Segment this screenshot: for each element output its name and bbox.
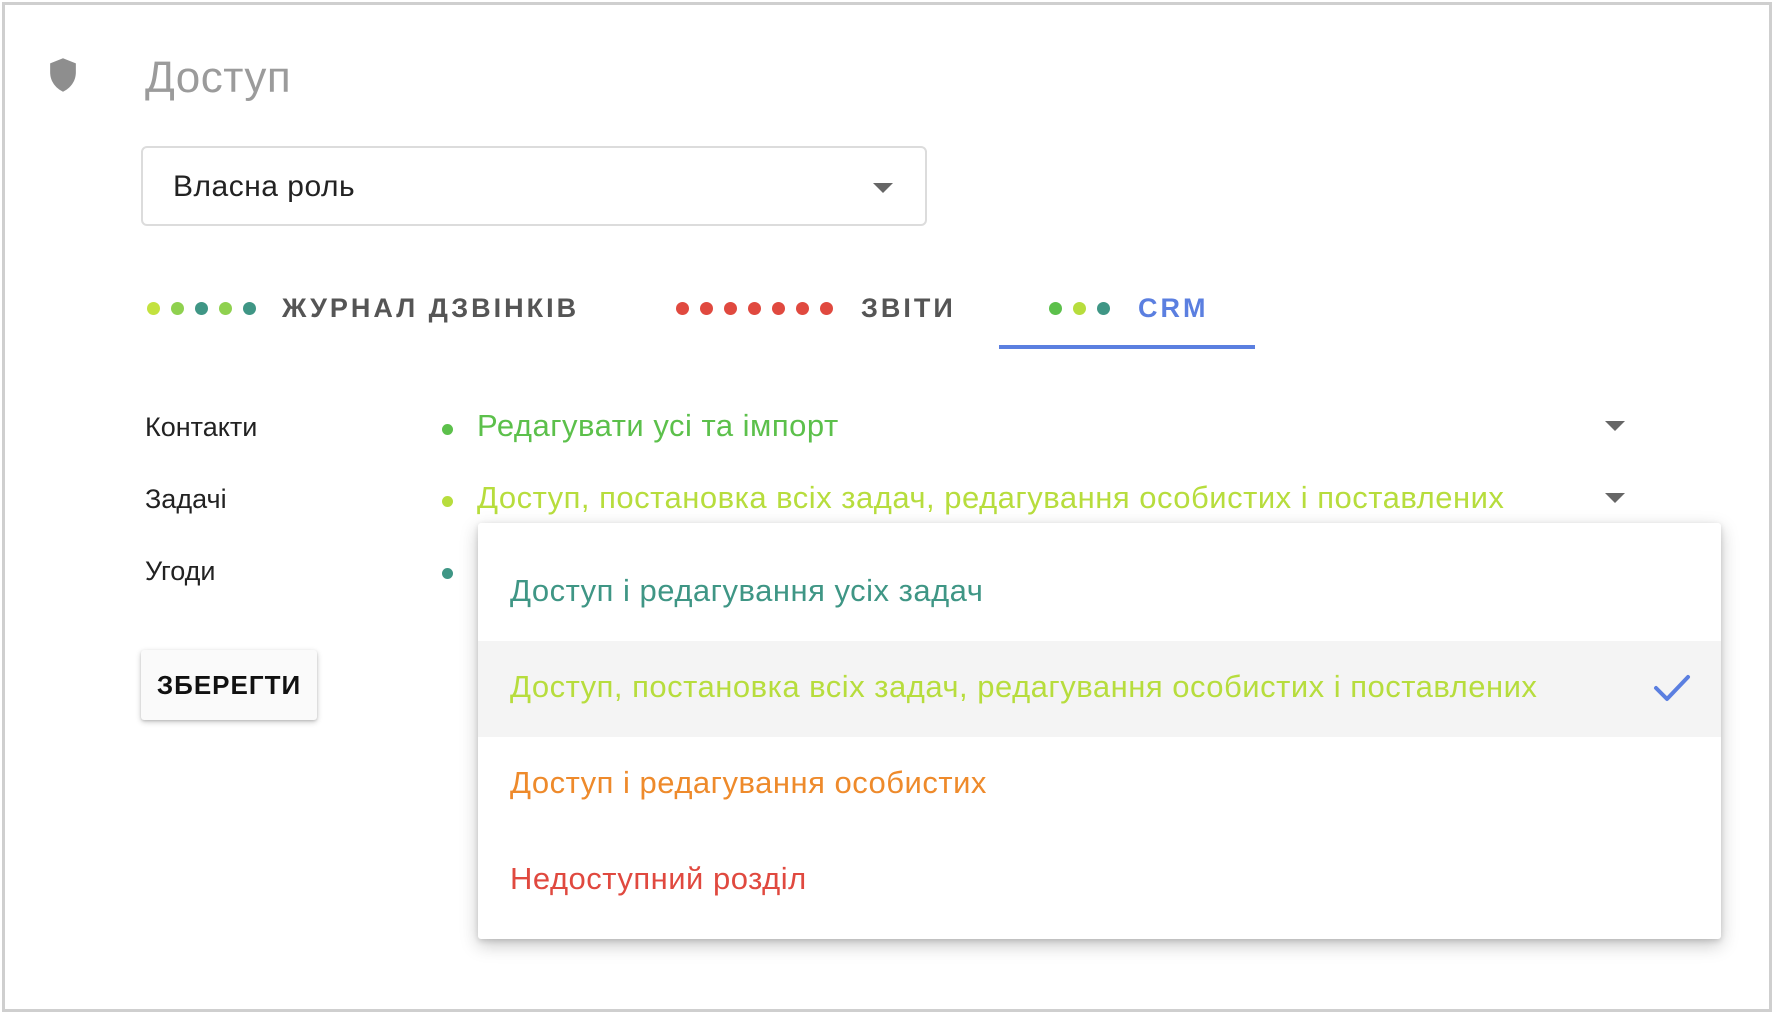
tab-call-log-dots xyxy=(147,302,256,315)
status-dot xyxy=(171,302,184,315)
status-dot xyxy=(1073,302,1086,315)
perm-select-tasks[interactable]: Доступ, постановка всіх задач, редагуван… xyxy=(477,480,1504,516)
status-dot xyxy=(442,496,453,507)
role-select-value: Власна роль xyxy=(173,170,356,203)
tab-crm[interactable]: CRM xyxy=(1049,287,1249,351)
tasks-permission-dropdown: Доступ і редагування усіх задач Доступ, … xyxy=(478,523,1721,939)
save-button[interactable]: ЗБЕРЕГТИ xyxy=(141,650,317,720)
status-dot xyxy=(195,302,208,315)
role-select[interactable]: Власна роль xyxy=(141,146,927,226)
dropdown-option[interactable]: Доступ і редагування особистих xyxy=(478,737,1721,833)
status-dot xyxy=(820,302,833,315)
tab-call-log-label: ЖУРНАЛ ДЗВІНКІВ xyxy=(282,293,580,323)
status-dot xyxy=(772,302,785,315)
dropdown-option-label: Доступ і редагування усіх задач xyxy=(510,573,984,608)
checkmark-icon xyxy=(1654,675,1690,701)
dropdown-option-label: Доступ і редагування особистих xyxy=(510,765,987,800)
page-title: Доступ xyxy=(145,53,292,102)
tab-crm-dots xyxy=(1049,302,1110,315)
perm-label-contacts: Контакти xyxy=(145,412,258,442)
status-dot xyxy=(676,302,689,315)
status-dot xyxy=(748,302,761,315)
tab-crm-label: CRM xyxy=(1138,293,1209,323)
perm-label-tasks: Задачі xyxy=(145,484,227,514)
status-dot xyxy=(796,302,809,315)
access-panel: Доступ Власна роль ЖУРНАЛ ДЗВІНКІВ ЗВІТИ xyxy=(2,2,1772,1012)
dropdown-option-label: Доступ, постановка всіх задач, редагуван… xyxy=(510,669,1538,704)
status-dot xyxy=(442,424,453,435)
active-tab-indicator xyxy=(999,345,1255,349)
status-dot xyxy=(243,302,256,315)
status-dot xyxy=(147,302,160,315)
perm-label-deals: Угоди xyxy=(145,556,216,586)
status-dot xyxy=(700,302,713,315)
chevron-down-icon xyxy=(873,183,893,193)
status-dot xyxy=(219,302,232,315)
status-dot xyxy=(442,568,453,579)
tab-reports-label: ЗВІТИ xyxy=(861,293,956,323)
shield-icon xyxy=(50,58,76,92)
dropdown-option-label: Недоступний розділ xyxy=(510,861,807,896)
status-dot xyxy=(724,302,737,315)
tab-call-log[interactable]: ЖУРНАЛ ДЗВІНКІВ xyxy=(147,287,576,351)
chevron-down-icon[interactable] xyxy=(1605,493,1625,503)
chevron-down-icon[interactable] xyxy=(1605,421,1625,431)
status-dot xyxy=(1097,302,1110,315)
dropdown-option[interactable]: Доступ і редагування усіх задач xyxy=(478,545,1721,641)
dropdown-option[interactable]: Недоступний розділ xyxy=(478,833,1721,929)
perm-select-contacts[interactable]: Редагувати усі та імпорт xyxy=(477,408,839,444)
status-dot xyxy=(1049,302,1062,315)
dropdown-option-selected[interactable]: Доступ, постановка всіх задач, редагуван… xyxy=(478,641,1721,737)
tab-reports-dots xyxy=(676,302,833,315)
tab-reports[interactable]: ЗВІТИ xyxy=(676,287,956,351)
